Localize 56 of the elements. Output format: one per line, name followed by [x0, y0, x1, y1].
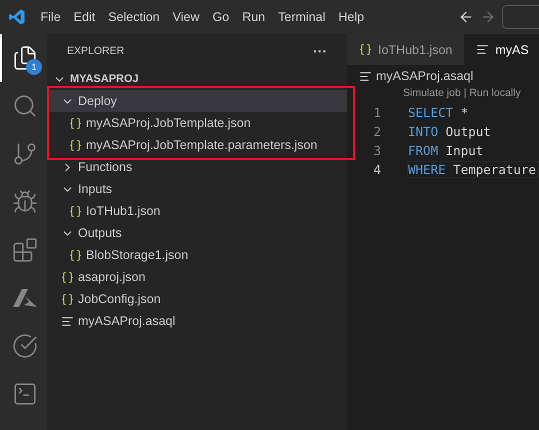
blocks-icon — [12, 237, 38, 263]
folder-item[interactable]: Deploy — [47, 90, 347, 112]
braces-icon — [69, 138, 82, 152]
braces-icon — [69, 204, 82, 218]
braces-icon — [61, 270, 74, 284]
line-number: 2 — [372, 124, 381, 139]
tree-document-row[interactable]: BlobStorage1.json — [47, 244, 347, 266]
triangle-logo-icon — [12, 288, 36, 308]
folder-item[interactable]: Functions — [47, 156, 347, 178]
menu-item[interactable]: Terminal — [272, 10, 332, 24]
braces-icon — [359, 43, 372, 56]
editor-tab[interactable]: myAS — [464, 34, 539, 65]
check-circle-icon — [12, 333, 38, 359]
line-number: 1 — [372, 105, 381, 120]
notification-badge: 1 — [26, 59, 42, 75]
folder-item[interactable]: MYASAPROJ — [47, 68, 347, 90]
lines-icon — [476, 43, 490, 56]
braces-icon — [69, 248, 82, 262]
tree-document-row[interactable]: asaproj.json — [47, 266, 347, 288]
codelens-actions[interactable]: Simulate job | Run locally — [347, 87, 539, 103]
search-icon — [12, 93, 38, 119]
lines-icon — [359, 70, 372, 82]
command-search-field[interactable] — [502, 5, 539, 29]
folder-item[interactable]: Inputs — [47, 178, 347, 200]
menu-item[interactable]: Help — [332, 10, 371, 24]
code-line: INTO Output — [407, 123, 492, 140]
code-line: SELECT * — [407, 104, 470, 121]
editor-tab[interactable]: IoTHub1.json — [347, 34, 464, 65]
braces-icon — [69, 116, 82, 130]
tree-document-row[interactable]: myASAProj.JobTemplate.json — [47, 112, 347, 134]
code-line: FROM Input — [407, 142, 484, 159]
branch-icon — [12, 141, 38, 167]
sidebar-title: EXPLORER — [67, 45, 124, 57]
menu-item[interactable]: View — [166, 10, 206, 24]
lines-icon — [61, 314, 74, 328]
menu-item[interactable]: Edit — [67, 10, 102, 24]
folder-item[interactable]: Outputs — [47, 222, 347, 244]
menu-item[interactable]: File — [34, 10, 68, 24]
more-actions-button[interactable]: ··· — [313, 43, 327, 59]
tree-document-row[interactable]: myASAProj.JobTemplate.parameters.json — [47, 134, 347, 156]
files-icon — [12, 45, 38, 71]
braces-icon — [61, 292, 74, 306]
menu-item[interactable]: Selection — [102, 10, 166, 24]
tree-document-row[interactable]: IoTHub1.json — [47, 200, 347, 222]
line-number: 4 — [372, 162, 381, 177]
breadcrumb[interactable]: myASAProj.asaql — [376, 69, 474, 83]
tree-document-row[interactable]: JobConfig.json — [47, 288, 347, 310]
menu-item[interactable]: Go — [206, 10, 236, 24]
bug-icon — [12, 189, 38, 215]
terminal-icon — [12, 381, 38, 407]
tree-document-row[interactable]: myASAProj.asaql — [47, 310, 347, 332]
app-logo-icon — [8, 8, 26, 26]
forward-arrow-icon[interactable] — [480, 9, 496, 25]
line-number: 3 — [372, 143, 381, 158]
menu-item[interactable]: Run — [236, 10, 272, 24]
back-arrow-icon[interactable] — [458, 9, 474, 25]
